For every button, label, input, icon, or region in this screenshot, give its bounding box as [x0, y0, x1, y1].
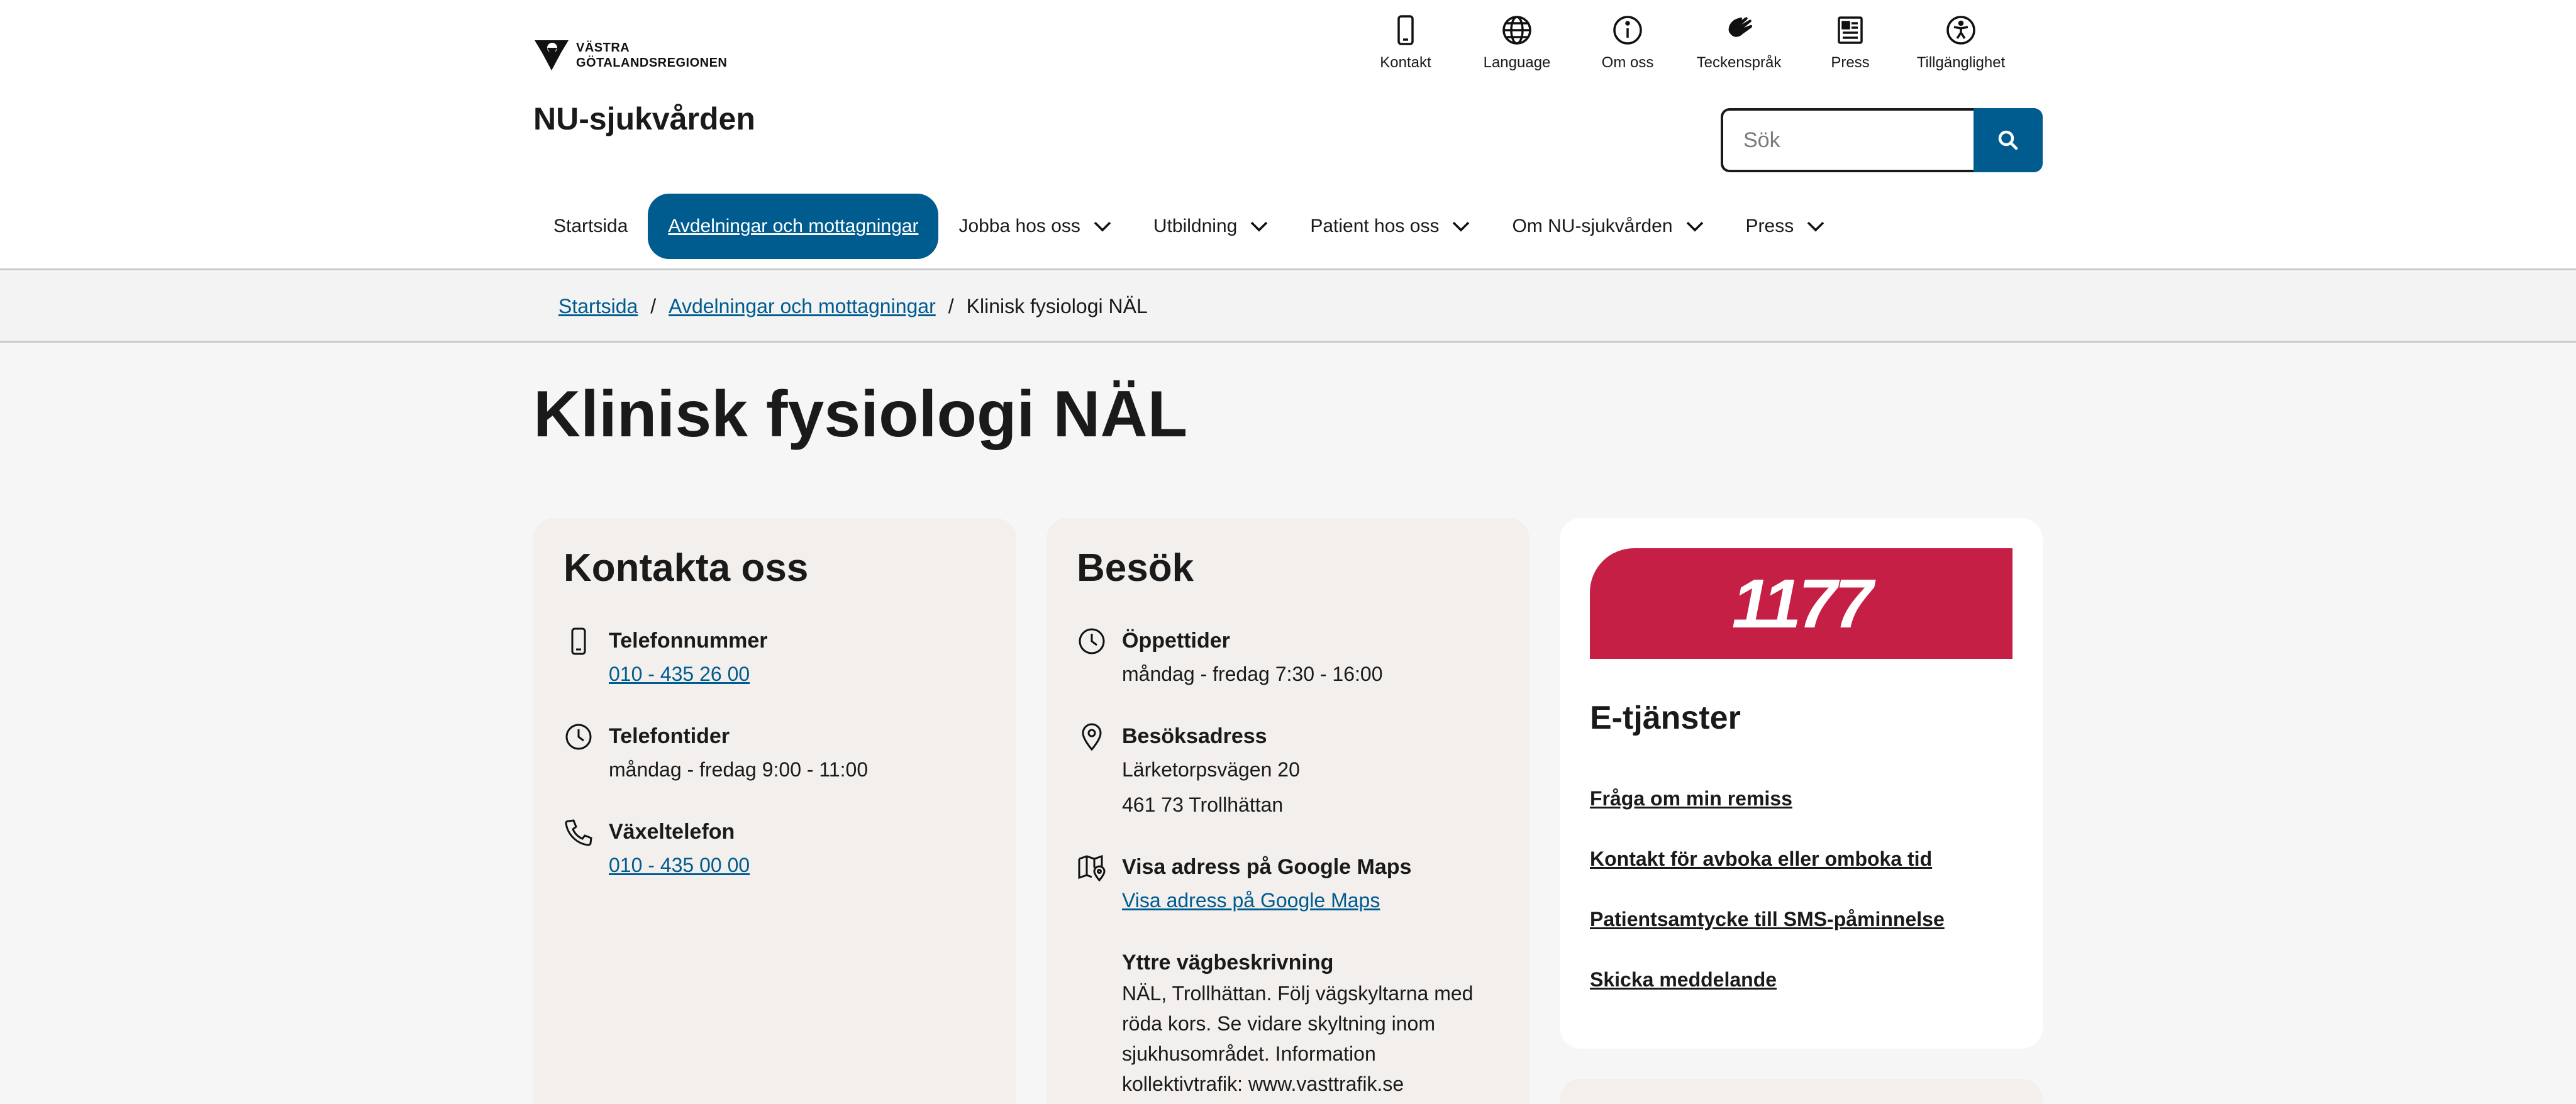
breadcrumb-current: Klinisk fysiologi NÄL — [966, 295, 1148, 317]
1177-logo-text: 1177 — [1731, 565, 1874, 643]
etj-link-meddelande[interactable]: Skicka meddelande — [1590, 968, 1945, 1029]
chevron-down-icon — [1251, 221, 1268, 232]
util-kontakt[interactable]: Kontakt — [1358, 13, 1453, 72]
nav-utbildning[interactable]: Utbildning — [1133, 194, 1290, 259]
etj-link-avboka[interactable]: Kontakt för avboka eller omboka tid — [1590, 847, 1945, 908]
nav-patient-label: Patient hos oss — [1310, 216, 1440, 236]
open-hours-label: Öppettider — [1122, 629, 1230, 653]
directions-text: NÄL, Trollhättan. Följ vägskyltarna med … — [1122, 982, 1474, 1095]
etj-link-sms[interactable]: Patientsamtycke till SMS-påminnelse — [1590, 908, 1945, 968]
nav-jobba-label: Jobba hos oss — [958, 216, 1080, 236]
info-icon — [1613, 16, 1642, 45]
map-icon — [1078, 854, 1106, 882]
main-nav: Startsida Avdelningar och mottagningar J… — [533, 194, 1846, 259]
util-teckensprak[interactable]: Teckenspråk — [1692, 13, 1786, 72]
search-form — [1721, 108, 2043, 172]
logo-line-1: VÄSTRA — [576, 41, 630, 55]
nav-om-nu-sjukvarden[interactable]: Om NU-sjukvården — [1492, 194, 1725, 259]
switchboard-label: Växeltelefon — [609, 820, 735, 844]
nav-patient-hos-oss[interactable]: Patient hos oss — [1290, 194, 1492, 259]
contact-card: Kontakta oss Telefonnummer 010 - 435 26 … — [533, 518, 1016, 1104]
breadcrumb-separator: / — [650, 295, 657, 317]
chevron-down-icon — [1453, 221, 1470, 232]
address-line-2: 461 73 Trollhättan — [1122, 793, 1284, 816]
mobile-phone-icon — [571, 627, 586, 655]
breadcrumb-separator: / — [948, 295, 954, 317]
accessibility-icon — [1946, 16, 1975, 45]
nav-jobba-hos-oss[interactable]: Jobba hos oss — [938, 194, 1133, 259]
etj-link-remiss[interactable]: Fråga om min remiss — [1590, 787, 1945, 847]
search-input[interactable] — [1721, 108, 1974, 172]
breadcrumb: Startsida / Avdelningar och mottagningar… — [558, 295, 1148, 318]
nav-startsida-label: Startsida — [553, 216, 628, 236]
search-button[interactable] — [1974, 108, 2043, 172]
nav-om-nu-label: Om NU-sjukvården — [1512, 216, 1673, 236]
util-tillganglighet[interactable]: Tillgänglighet — [1914, 13, 2008, 72]
nav-avdelningar[interactable]: Avdelningar och mottagningar — [648, 194, 939, 259]
nav-press-label: Press — [1745, 216, 1794, 236]
maps-link[interactable]: Visa adress på Google Maps — [1122, 883, 1512, 918]
clock-icon — [565, 724, 592, 750]
newspaper-icon — [1838, 16, 1863, 44]
logo-line-2: GÖTALANDSREGIONEN — [576, 56, 728, 70]
etjanster-links: Fråga om min remiss Kontakt för avboka e… — [1590, 787, 1945, 1029]
util-teckensprak-label: Teckenspråk — [1696, 54, 1782, 71]
util-press[interactable]: Press — [1803, 13, 1897, 72]
logo-text: VÄSTRA GÖTALANDSREGIONEN — [576, 40, 727, 70]
visit-card: Besök Öppettider måndag - fredag 7:30 - … — [1046, 518, 1530, 1104]
util-language[interactable]: Language — [1470, 13, 1564, 72]
phone-label: Telefonnummer — [609, 629, 768, 653]
nav-press[interactable]: Press — [1726, 194, 1847, 259]
vgr-logo-icon — [535, 40, 569, 70]
switchboard-link[interactable]: 010 - 435 00 00 — [609, 847, 999, 883]
next-card — [1560, 1079, 2043, 1104]
util-tillganglighet-label: Tillgänglighet — [1916, 54, 2006, 71]
open-hours-value: måndag - fredag 7:30 - 16:00 — [1122, 663, 1383, 685]
etjanster-title: E-tjänster — [1590, 700, 1741, 736]
address-line-1: Lärketorpsvägen 20 — [1122, 758, 1300, 781]
breadcrumb-startsida[interactable]: Startsida — [558, 295, 638, 318]
hours-label: Telefontider — [609, 724, 730, 748]
visit-card-title: Besök — [1077, 546, 1194, 590]
util-om-oss[interactable]: Om oss — [1580, 13, 1675, 72]
1177-banner[interactable]: 1177 — [1590, 548, 2012, 659]
page-title: Klinisk fysiologi NÄL — [533, 378, 1188, 451]
nav-startsida[interactable]: Startsida — [533, 194, 648, 259]
nav-avdelningar-label: Avdelningar och mottagningar — [668, 216, 919, 236]
globe-icon — [1502, 16, 1531, 45]
maps-label: Visa adress på Google Maps — [1122, 855, 1412, 879]
chevron-down-icon — [1807, 221, 1824, 232]
location-pin-icon — [1082, 723, 1102, 751]
site-header: VÄSTRA GÖTALANDSREGIONEN NU-sjukvården K… — [0, 0, 2576, 270]
vgr-logo[interactable]: VÄSTRA GÖTALANDSREGIONEN — [533, 38, 727, 73]
util-language-label: Language — [1483, 54, 1551, 71]
contact-card-title: Kontakta oss — [564, 546, 809, 590]
etjanster-card: 1177 E-tjänster Fråga om min remiss Kont… — [1560, 518, 2043, 1049]
phone-handset-icon — [565, 819, 592, 846]
util-om-oss-label: Om oss — [1601, 54, 1654, 71]
phone-link[interactable]: 010 - 435 26 00 — [609, 656, 999, 692]
breadcrumb-avdelningar[interactable]: Avdelningar och mottagningar — [669, 295, 936, 318]
breadcrumb-bar: Startsida / Avdelningar och mottagningar… — [0, 272, 2576, 343]
directions-label: Yttre vägbeskrivning — [1122, 951, 1334, 974]
search-icon — [1998, 130, 2018, 150]
address-label: Besöksadress — [1122, 724, 1267, 748]
chevron-down-icon — [1094, 221, 1111, 232]
sign-language-icon — [1728, 17, 1753, 37]
utility-nav: Kontakt Language Om oss Teckenspråk Pres… — [1358, 13, 2050, 75]
site-title[interactable]: NU-sjukvården — [533, 101, 755, 137]
nav-utbildning-label: Utbildning — [1153, 216, 1238, 236]
chevron-down-icon — [1686, 221, 1703, 232]
util-press-label: Press — [1831, 54, 1870, 71]
clock-icon — [1079, 628, 1105, 654]
phone-icon — [1397, 15, 1414, 45]
util-kontakt-label: Kontakt — [1380, 54, 1431, 71]
hours-value: måndag - fredag 9:00 - 11:00 — [609, 758, 869, 781]
